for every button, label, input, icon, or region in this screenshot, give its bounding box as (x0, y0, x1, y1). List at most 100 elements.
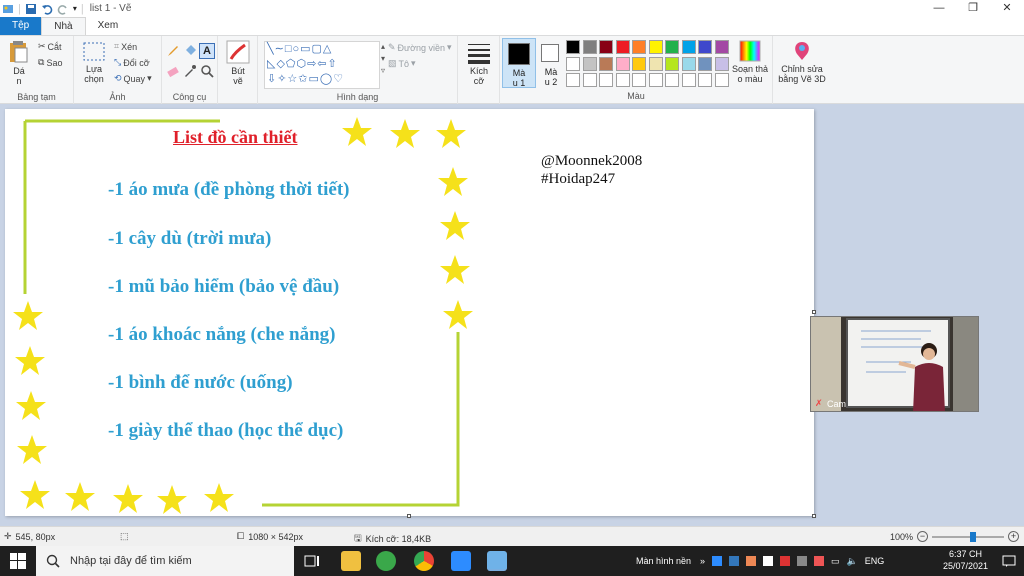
palette-swatch[interactable] (615, 56, 630, 71)
palette-swatch[interactable] (648, 73, 663, 87)
paint-taskbar-icon[interactable] (487, 551, 507, 571)
eraser-icon[interactable] (166, 64, 180, 78)
canvas-resize-handle-corner[interactable] (812, 514, 816, 518)
chevron-up-icon[interactable]: » (700, 556, 705, 566)
paint-app-icon[interactable] (2, 3, 14, 15)
palette-swatch[interactable] (648, 56, 663, 71)
tab-file[interactable]: Tệp (0, 17, 42, 35)
taskbar-search-box[interactable]: Nhập tại đây để tìm kiếm (36, 546, 294, 576)
palette-swatch[interactable] (681, 56, 696, 71)
app-icon[interactable] (376, 551, 396, 571)
undo-icon[interactable] (41, 3, 53, 15)
color1-button[interactable]: Mà u 1 (502, 38, 536, 88)
palette-swatch[interactable] (681, 73, 696, 87)
resize-button[interactable]: ⤡ Đổi cỡ (114, 57, 150, 68)
star-shape (20, 480, 50, 509)
text-tool-icon[interactable]: A (199, 43, 215, 59)
tab-home[interactable]: Nhà (41, 17, 86, 35)
desktop-label[interactable]: Màn hình nền (636, 546, 691, 576)
tray-icon[interactable] (763, 556, 774, 566)
canvas-resize-handle-right[interactable] (812, 310, 816, 314)
outline-button[interactable]: ✎ Đường viền ▾ (388, 42, 452, 53)
color2-button[interactable]: Mà u 2 (537, 38, 565, 88)
palette-swatch[interactable] (698, 56, 712, 71)
palette-swatch[interactable] (615, 40, 630, 54)
palette-swatch[interactable] (632, 56, 646, 71)
zoom-slider[interactable] (932, 531, 1005, 542)
palette-swatch[interactable] (665, 56, 679, 71)
quick-access-dropdown-icon[interactable]: ▾ (73, 4, 77, 13)
palette-swatch[interactable] (698, 73, 712, 87)
zoom-out-icon[interactable]: − (917, 531, 929, 542)
task-view-icon[interactable] (304, 553, 320, 569)
shapes-scroll[interactable]: ▴ ▾ ▿ (381, 41, 385, 77)
palette-swatch[interactable] (665, 40, 679, 54)
chrome-icon[interactable] (414, 551, 434, 571)
size-button[interactable]: Kích cỡ (465, 42, 493, 86)
palette-swatch[interactable] (648, 40, 663, 54)
color-picker-icon[interactable] (183, 64, 197, 78)
palette-swatch[interactable] (599, 40, 613, 54)
palette-swatch[interactable] (714, 40, 729, 54)
drawing-canvas[interactable]: List đồ cần thiết -1 áo mưa (đề phòng th… (5, 109, 814, 516)
volume-icon[interactable]: 🔈 (847, 556, 858, 567)
palette-swatch[interactable] (566, 73, 580, 87)
crop-button[interactable]: ⌗ Xén (114, 41, 137, 52)
palette-swatch[interactable] (681, 40, 696, 54)
magnifier-icon[interactable] (200, 64, 214, 78)
palette-swatch[interactable] (615, 73, 630, 87)
zoom-slider-thumb[interactable] (970, 531, 977, 542)
palette-swatch[interactable] (665, 73, 679, 87)
color2-swatch (541, 44, 559, 62)
maximize-button[interactable]: ❐ (956, 0, 990, 17)
palette-swatch[interactable] (599, 56, 613, 71)
zoom-app-icon[interactable] (451, 551, 471, 571)
credit-hashtag: #Hoidap247 (541, 171, 616, 187)
palette-swatch[interactable] (632, 40, 646, 54)
tray-icon[interactable] (729, 556, 740, 566)
minimize-button[interactable]: — (922, 0, 956, 17)
tray-icon[interactable] (797, 556, 808, 566)
zoom-in-icon[interactable]: + (1008, 531, 1020, 542)
select-button[interactable]: Lựa chọn (80, 42, 108, 84)
palette-swatch[interactable] (566, 40, 580, 54)
language-indicator[interactable]: ENG (865, 556, 885, 566)
palette-swatch[interactable] (698, 40, 712, 54)
tray-icon[interactable] (746, 556, 757, 566)
star-shape (390, 119, 420, 148)
palette-swatch[interactable] (582, 73, 597, 87)
palette-swatch[interactable] (582, 56, 597, 71)
palette-swatch[interactable] (714, 56, 729, 71)
network-icon[interactable]: ▭ (831, 556, 840, 567)
notification-icon[interactable] (1002, 554, 1016, 568)
palette-swatch[interactable] (599, 73, 613, 87)
tray-icon[interactable] (712, 556, 723, 566)
tray-icon[interactable] (780, 556, 791, 566)
close-button[interactable]: ✕ (990, 0, 1024, 17)
brushes-button[interactable]: Bút vẽ (224, 40, 252, 86)
edit-colors-button[interactable]: Soạn thả o màu (732, 40, 768, 84)
scissors-icon: ✂ (38, 41, 46, 51)
clock[interactable]: 6:37 CH 25/07/2021 (943, 548, 988, 572)
paste-button[interactable]: Dá n (6, 40, 32, 86)
rotate-button[interactable]: ⟲ Quay ▾ (114, 73, 152, 84)
copy-button[interactable]: ⧉ Sao (38, 57, 62, 68)
tray-icon[interactable] (814, 556, 825, 566)
palette-swatch[interactable] (582, 40, 597, 54)
canvas-resize-handle-bottom[interactable] (407, 514, 411, 518)
save-icon[interactable] (25, 3, 37, 15)
redo-icon[interactable] (57, 3, 69, 15)
edit-with-paint3d-button[interactable]: Chỉnh sửa bằng Vẽ 3D (776, 40, 828, 84)
palette-swatch[interactable] (566, 56, 580, 71)
file-explorer-icon[interactable] (341, 551, 361, 571)
webcam-overlay[interactable]: Cam ✗ (810, 316, 979, 412)
start-button[interactable] (0, 546, 36, 576)
cut-button[interactable]: ✂ Cắt (38, 41, 62, 52)
tab-view[interactable]: Xem (86, 17, 131, 35)
fill-bucket-icon[interactable] (183, 44, 197, 58)
palette-swatch[interactable] (632, 73, 646, 87)
fill-button[interactable]: ▧ Tô ▾ (388, 58, 416, 69)
palette-swatch[interactable] (714, 73, 729, 87)
pencil-icon[interactable] (166, 44, 180, 58)
shapes-gallery[interactable]: ╲∼□○▭▢△ ◺◇⬠⬡⇨⇦⇧ ⇩✧☆✩▭◯♡ (264, 41, 380, 89)
